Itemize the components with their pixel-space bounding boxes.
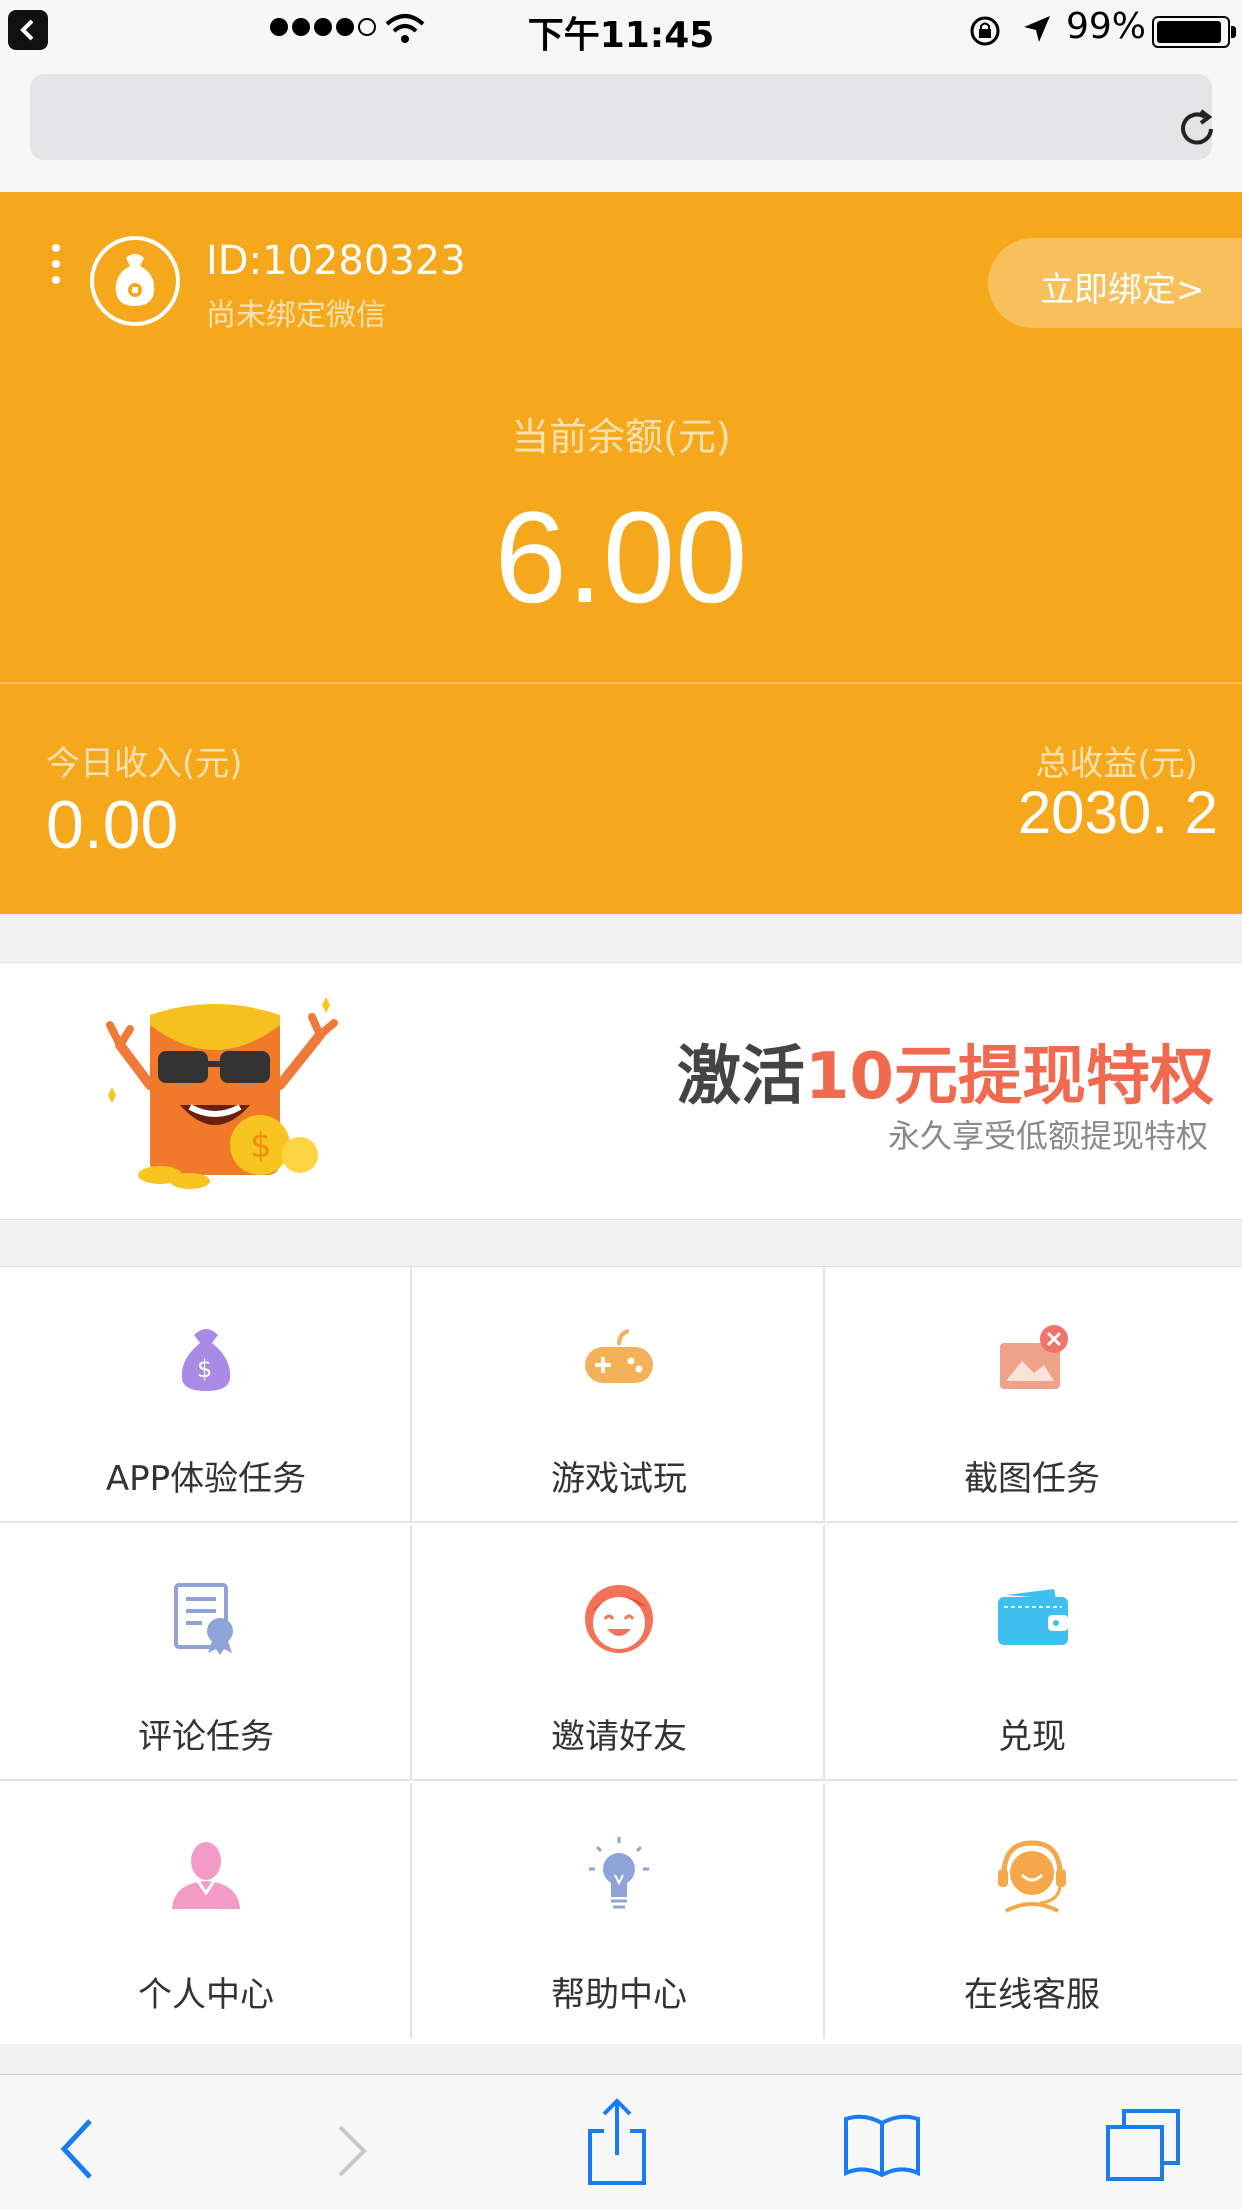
menu-item-label: 截图任务 [964,1459,1100,1499]
menu-item-personal-center[interactable]: 个人中心 [0,1783,412,2039]
promo-title: 激活10元提现特权 [0,1025,1214,1117]
lightbulb-icon [589,1837,649,1909]
address-bar[interactable] [30,74,1213,160]
rotation-lock-icon [970,16,1000,46]
reload-icon[interactable] [1175,107,1219,151]
tabs-icon[interactable] [1104,2107,1184,2183]
menu-item-invite-friends[interactable]: 邀请好友 [413,1525,825,1781]
menu-item-label: 邀请好友 [551,1717,687,1757]
person-icon [172,1842,240,1909]
menu-grid: $ APP体验任务 游戏试玩 截图任务 评论任务 邀请好友 兑现 个人中心 帮助… [0,1266,1242,2044]
certificate-icon [174,1583,233,1655]
battery-percentage: 99% [1066,6,1147,47]
menu-item-label: 帮助中心 [551,1975,687,2015]
menu-item-review-tasks[interactable]: 评论任务 [0,1525,412,1781]
header-divider [0,682,1242,684]
back-chevron-icon[interactable] [58,2119,98,2179]
menu-item-app-tasks[interactable]: $ APP体验任务 [0,1267,412,1523]
forward-chevron-icon[interactable] [334,2125,370,2177]
user-id: ID:10280323 [206,238,466,284]
menu-item-cash-out[interactable]: 兑现 [826,1525,1238,1781]
browser-toolbar [0,2074,1242,2209]
menu-item-game-trial[interactable]: 游戏试玩 [413,1267,825,1523]
menu-item-label: 个人中心 [138,1975,274,2015]
money-pouch-icon [115,254,155,306]
share-icon[interactable] [584,2097,650,2187]
more-menu-icon[interactable] [52,244,60,292]
balance-value: 6.00 [494,484,748,630]
battery-icon [1152,16,1236,48]
gamepad-icon [585,1329,653,1383]
bind-wechat-label: 立即绑定> [1040,270,1205,310]
wechat-bind-status: 尚未绑定微信 [206,298,386,333]
menu-item-help-center[interactable]: 帮助中心 [413,1783,825,2039]
avatar[interactable] [90,236,180,326]
location-arrow-icon [1024,16,1050,42]
menu-item-label: 兑现 [998,1717,1066,1757]
promo-banner[interactable]: $ 激活10元提现特权 永久享受低额提现特权 [0,962,1242,1220]
bind-wechat-button[interactable]: 立即绑定> [988,238,1242,328]
wallet-icon [998,1589,1068,1645]
browser-address-area [0,60,1242,193]
menu-item-online-support[interactable]: 在线客服 [826,1783,1238,2039]
promo-subtitle: 永久享受低额提现特权 [887,1117,1208,1155]
menu-item-screenshot-tasks[interactable]: 截图任务 [826,1267,1238,1523]
image-scissors-icon [1000,1325,1068,1389]
menu-item-label: 评论任务 [138,1717,274,1757]
svg-text:$: $ [197,1355,212,1383]
headset-icon [998,1840,1066,1913]
account-header: ID:10280323 尚未绑定微信 立即绑定> 当前余额(元) 6.00 今日… [0,192,1242,914]
status-bar: 下午11:45 99% [0,0,1242,60]
total-income-value: 2030. 2 [1017,779,1218,846]
menu-item-label: 游戏试玩 [551,1459,687,1499]
menu-item-label: APP体验任务 [105,1459,307,1499]
promo-title-prefix: 激活 [676,1040,805,1114]
money-bag-icon: $ [181,1329,231,1391]
balance-label: 当前余额(元) [511,415,731,459]
promo-title-highlight: 10元提现特权 [804,1040,1214,1114]
menu-item-label: 在线客服 [964,1975,1100,2015]
smiley-face-icon [585,1585,653,1653]
status-time: 下午11:45 [527,15,715,56]
bookmarks-icon[interactable] [842,2113,922,2177]
